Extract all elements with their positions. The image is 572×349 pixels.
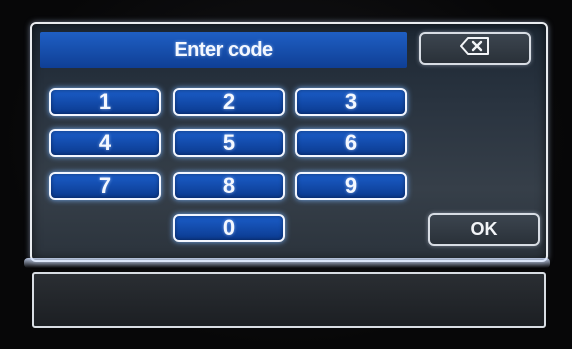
key-3[interactable]: 3	[295, 88, 407, 116]
key-4[interactable]: 4	[49, 129, 161, 157]
key-2[interactable]: 2	[173, 88, 285, 116]
key-8[interactable]: 8	[173, 172, 285, 200]
key-6[interactable]: 6	[295, 129, 407, 157]
screen-bottom-glow	[24, 258, 550, 268]
key-9[interactable]: 9	[295, 172, 407, 200]
ok-button[interactable]: OK	[428, 213, 540, 246]
backspace-icon	[460, 37, 490, 60]
key-5[interactable]: 5	[173, 129, 285, 157]
key-7[interactable]: 7	[49, 172, 161, 200]
dialog-title: Enter code	[40, 32, 407, 68]
key-0[interactable]: 0	[173, 214, 285, 242]
key-1[interactable]: 1	[49, 88, 161, 116]
status-strip	[32, 272, 546, 328]
backspace-button[interactable]	[419, 32, 531, 65]
